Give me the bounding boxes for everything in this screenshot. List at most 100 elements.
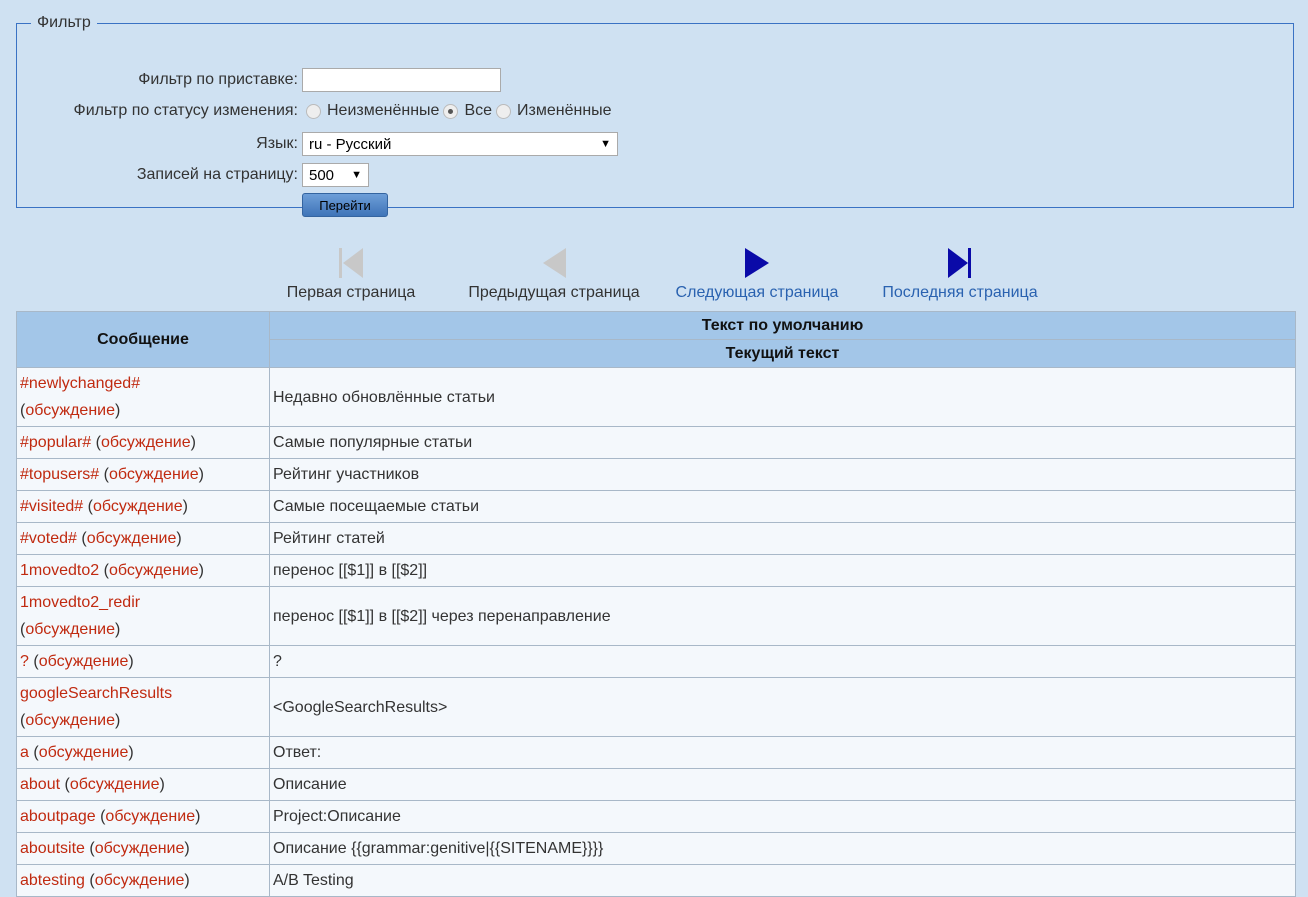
message-key-link[interactable]: googleSearchResults [20, 685, 172, 702]
next-page-link[interactable]: Следующая страница [662, 246, 852, 302]
talk-link[interactable]: обсуждение [105, 808, 195, 825]
table-row: abtesting (обсуждение) A/B Testing [16, 864, 1296, 897]
message-text: A/B Testing [269, 864, 1296, 897]
talk-link[interactable]: обсуждение [25, 621, 115, 638]
radio-changed-label[interactable]: Изменённые [517, 102, 612, 120]
message-cell: 1movedto2_redir (обсуждение) [16, 586, 270, 646]
message-text: Рейтинг статей [269, 522, 1296, 555]
table-row: #topusers# (обсуждение) Рейтинг участнико… [16, 458, 1296, 491]
next-page-icon[interactable] [662, 246, 852, 280]
table-row: #popular# (обсуждение) Самые популярные с… [16, 426, 1296, 459]
table-row: 1movedto2 (обсуждение) перенос [[$1]] в [… [16, 554, 1296, 587]
message-cell: #visited# (обсуждение) [16, 490, 270, 523]
language-value: ru - Русский [309, 135, 392, 153]
message-text: Самые посещаемые статьи [269, 490, 1296, 523]
message-key-link[interactable]: aboutpage [20, 808, 96, 825]
talk-link[interactable]: обсуждение [25, 402, 115, 419]
talk-link[interactable]: обсуждение [39, 653, 129, 670]
message-cell: #newlychanged# (обсуждение) [16, 367, 270, 427]
per-page-value: 500 [309, 166, 335, 184]
last-page-label[interactable]: Последняя страница [882, 284, 1037, 301]
prefix-input[interactable] [302, 68, 501, 92]
message-key-link[interactable]: #popular# [20, 434, 91, 451]
talk-link[interactable]: обсуждение [87, 530, 177, 547]
go-button[interactable]: Перейти [302, 193, 388, 217]
message-cell: aboutpage (обсуждение) [16, 800, 270, 833]
language-select[interactable]: ru - Русский ▼ [302, 132, 618, 156]
col-current-text: Текущий текст [269, 339, 1296, 368]
prev-page-icon [454, 246, 654, 280]
per-page-label: Записей на страницу: [136, 166, 298, 183]
message-cell: a (обсуждение) [16, 736, 270, 769]
table-row: googleSearchResults (обсуждение) <GoogleSe… [16, 677, 1296, 737]
message-key-link[interactable]: abtesting [20, 872, 85, 889]
radio-all[interactable] [443, 103, 459, 119]
last-page-icon[interactable] [868, 246, 1052, 280]
message-cell: #popular# (обсуждение) [16, 426, 270, 459]
talk-link[interactable]: обсуждение [95, 872, 185, 889]
message-cell: #topusers# (обсуждение) [16, 458, 270, 491]
message-text: перенос [[$1]] в [[$2]] [269, 554, 1296, 587]
talk-link[interactable]: обсуждение [25, 712, 115, 729]
talk-link[interactable]: обсуждение [70, 776, 160, 793]
message-key-link[interactable]: 1movedto2_redir [20, 594, 140, 611]
first-page-label: Первая страница [286, 284, 416, 301]
filter-legend: Фильтр [37, 14, 91, 31]
message-cell: about (обсуждение) [16, 768, 270, 801]
message-cell: googleSearchResults (обсуждение) [16, 677, 270, 737]
message-key-link[interactable]: 1movedto2 [20, 562, 99, 579]
first-page-icon [272, 246, 430, 280]
radio-unchanged[interactable] [306, 103, 321, 119]
table-row: aboutsite (обсуждение) Описание {{grammar… [16, 832, 1296, 865]
table-row: #visited# (обсуждение) Самые посещаемые с… [16, 490, 1296, 523]
message-text: Самые популярные статьи [269, 426, 1296, 459]
filter-fieldset: Фильтр Фильтр по приставке: Фильтр по ст… [16, 14, 1294, 217]
message-cell: #voted# (обсуждение) [16, 522, 270, 555]
table-row: aboutpage (обсуждение) Project:Описание [16, 800, 1296, 833]
message-cell: ? (обсуждение) [16, 645, 270, 678]
message-key-link[interactable]: a [20, 744, 29, 761]
message-key-link[interactable]: #voted# [20, 530, 77, 547]
radio-all-label[interactable]: Все [464, 102, 492, 120]
message-cell: 1movedto2 (обсуждение) [16, 554, 270, 587]
table-row: about (обсуждение) Описание [16, 768, 1296, 801]
messages-table: Сообщение Текст по умолчанию Текущий текс… [16, 311, 1296, 897]
message-key-link[interactable]: ? [20, 653, 29, 670]
message-cell: aboutsite (обсуждение) [16, 832, 270, 865]
last-page-link[interactable]: Последняя страница [868, 246, 1052, 302]
radio-unchanged-label[interactable]: Неизменённые [327, 102, 439, 120]
talk-link[interactable]: обсуждение [95, 840, 185, 857]
talk-link[interactable]: обсуждение [101, 434, 191, 451]
message-text: Описание {{grammar:genitive|{{SITENAME}}… [269, 832, 1296, 865]
first-page-link: Первая страница [272, 246, 430, 302]
prev-page-label: Предыдущая страница [468, 284, 640, 301]
talk-link[interactable]: обсуждение [93, 498, 183, 515]
message-key-link[interactable]: aboutsite [20, 840, 85, 857]
message-key-link[interactable]: #visited# [20, 498, 83, 515]
message-text: перенос [[$1]] в [[$2]] через перенаправ… [269, 586, 1296, 646]
table-row: 1movedto2_redir (обсуждение) перенос [[$1]… [16, 586, 1296, 646]
table-row: #newlychanged# (обсуждение) Недавно обновл… [16, 367, 1296, 427]
radio-changed[interactable] [496, 103, 512, 119]
message-key-link[interactable]: #newlychanged# [20, 375, 140, 392]
table-row: #voted# (обсуждение) Рейтинг статей [16, 522, 1296, 555]
per-page-select[interactable]: 500 ▼ [302, 163, 369, 187]
talk-link[interactable]: обсуждение [39, 744, 129, 761]
table-row: a (обсуждение) Ответ: [16, 736, 1296, 769]
message-text: Ответ: [269, 736, 1296, 769]
message-key-link[interactable]: about [20, 776, 60, 793]
talk-link[interactable]: обсуждение [109, 562, 199, 579]
chevron-down-icon: ▼ [351, 169, 362, 181]
chevron-down-icon: ▼ [600, 138, 611, 150]
message-key-link[interactable]: #topusers# [20, 466, 99, 483]
prev-page-link: Предыдущая страница [454, 246, 654, 302]
talk-link[interactable]: обсуждение [109, 466, 199, 483]
message-cell: abtesting (обсуждение) [16, 864, 270, 897]
prefix-label: Фильтр по приставке: [138, 71, 298, 88]
table-row: ? (обсуждение)? [16, 645, 1296, 678]
next-page-label[interactable]: Следующая страница [676, 284, 839, 301]
message-text: Project:Описание [269, 800, 1296, 833]
col-message: Сообщение [16, 311, 270, 368]
message-text: ? [269, 645, 1296, 678]
message-text: <GoogleSearchResults> [269, 677, 1296, 737]
